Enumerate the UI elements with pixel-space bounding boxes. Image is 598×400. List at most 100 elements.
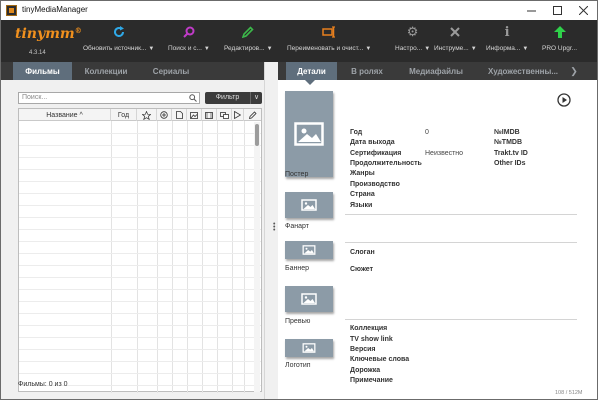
release-date-label: Дата выхода [350,139,395,146]
maximize-icon [552,6,562,15]
runtime-label: Продолжительность [350,160,422,167]
column-trailer[interactable] [202,109,217,121]
pen-icon [248,111,257,119]
caret-down-icon[interactable]: ▼ [148,46,154,52]
column-subtitles[interactable] [217,109,232,121]
rename-icon [321,24,337,40]
toolbar-edit-button[interactable]: Редактиров... ▼ [224,22,273,60]
pencil-icon [240,24,256,40]
grid-column-line [217,121,218,393]
tab-details[interactable]: Детали [286,62,337,80]
maximize-button[interactable] [544,1,570,20]
tab-artwork[interactable]: Художественны... [480,62,566,80]
app-icon [6,5,17,16]
grid-row-line [19,157,261,158]
app-window: tinyMediaManager tinymm® 4.3.14 Обновить… [0,0,598,400]
note-label: Примечание [350,377,393,384]
logo: tinymm® [15,26,82,42]
toolbar-info-button[interactable]: i Информа... ▼ [486,22,528,60]
version-label: 4.3.14 [29,50,46,56]
divider [345,319,577,320]
toolbar-update-button[interactable]: Обновить источник... ▼ [83,22,154,60]
play-trailer-icon[interactable] [557,93,571,107]
logo-image[interactable] [285,339,333,357]
column-year[interactable]: Год [111,109,137,121]
filter-button[interactable]: Фильтр [205,92,250,104]
column-new[interactable] [157,109,172,121]
movie-list-panel: Поиск... Фильтр ∨ Название ^ Год Фильмы:… [1,80,264,399]
column-watched[interactable] [232,109,244,121]
caret-down-icon[interactable]: ▼ [365,46,371,52]
toolbar-pro-button[interactable]: PRO Upgr... [542,22,577,60]
plot-label: Сюжет [350,266,374,273]
arrow-up-icon [552,24,568,40]
toolbar-search-label: Поиск и с... [168,45,202,52]
caret-down-icon[interactable]: ▼ [522,46,528,52]
poster-image[interactable] [285,91,333,177]
fanart-image[interactable] [285,192,333,218]
grid-row-line [19,205,261,206]
scrollbar-thumb[interactable] [255,124,259,146]
tab-cast[interactable]: В ролях [340,62,394,80]
vertical-scrollbar[interactable] [254,122,260,392]
column-rating[interactable] [137,109,157,121]
column-title[interactable]: Название ^ [19,109,111,121]
grid-row-line [19,145,261,146]
divider [345,214,577,215]
toolbar-rename-button[interactable]: Переименовать и очист... ▼ [287,22,371,60]
tab-mediafiles[interactable]: Медиафайлы [396,62,476,80]
caret-down-icon[interactable]: ▼ [471,46,477,52]
thumb-label: Превью [285,318,311,325]
column-edit[interactable] [244,109,261,121]
tab-collections[interactable]: Коллекции [76,62,136,80]
image-placeholder-icon [301,199,317,211]
right-tab-bar: Детали В ролях Медиафайлы Художественны.… [278,62,597,80]
production-label: Производство [350,181,400,188]
column-images[interactable] [187,109,202,121]
grid-row-line [19,193,261,194]
toolbar-settings-button[interactable]: ⚙ Настро... ▼ [395,22,430,60]
star-icon [142,110,151,120]
grid-column-line [244,121,245,393]
country-label: Страна [350,191,375,198]
other-ids-label: Other IDs [494,160,526,167]
grid-row-line [19,289,261,290]
caret-down-icon[interactable]: ▼ [267,46,273,52]
grid-row-line [19,133,261,134]
column-nfo[interactable] [172,109,187,121]
minimize-button[interactable] [518,1,544,20]
panel-splitter[interactable] [264,62,278,399]
refresh-icon [111,24,127,40]
tab-scroll-right-icon[interactable]: ❯ [564,62,584,80]
movie-count-status: Фильмы: 0 из 0 [18,381,68,388]
grid-row-line [19,229,261,230]
toolbar-info-label: Информа... [486,45,521,52]
active-tab-indicator [305,80,315,85]
caret-down-icon[interactable]: ▼ [204,46,210,52]
memory-usage: 108 / 512M [555,390,583,396]
banner-image[interactable] [285,241,333,259]
grid-row-line [19,277,261,278]
year-value: 0 [425,129,429,136]
tab-tvshows[interactable]: Сериалы [141,62,201,80]
info-icon: i [504,24,510,40]
search-placeholder: Поиск... [22,94,48,101]
splitter-handle-icon[interactable]: • • • [273,221,275,234]
thumb-image[interactable] [285,286,333,312]
grid-column-line [187,121,188,393]
toolbar-tools-button[interactable]: Инструме... ▼ [434,22,477,60]
close-button[interactable] [570,1,596,20]
caret-down-icon[interactable]: ▼ [424,46,430,52]
tagline-label: Слоган [350,249,375,256]
grid-column-line [232,121,233,393]
search-input[interactable]: Поиск... [18,92,200,104]
toolbar-settings-label: Настро... [395,45,423,52]
fanart-label: Фанарт [285,223,309,230]
search-icon [189,94,197,102]
tvshow-link-label: TV show link [350,336,393,343]
image-icon [190,111,198,119]
poster-label: Постер [285,171,309,178]
filter-dropdown-icon[interactable]: ∨ [250,92,262,104]
tab-movies[interactable]: Фильмы [13,62,72,80]
toolbar-search-button[interactable]: Поиск и с... ▼ [168,22,210,60]
